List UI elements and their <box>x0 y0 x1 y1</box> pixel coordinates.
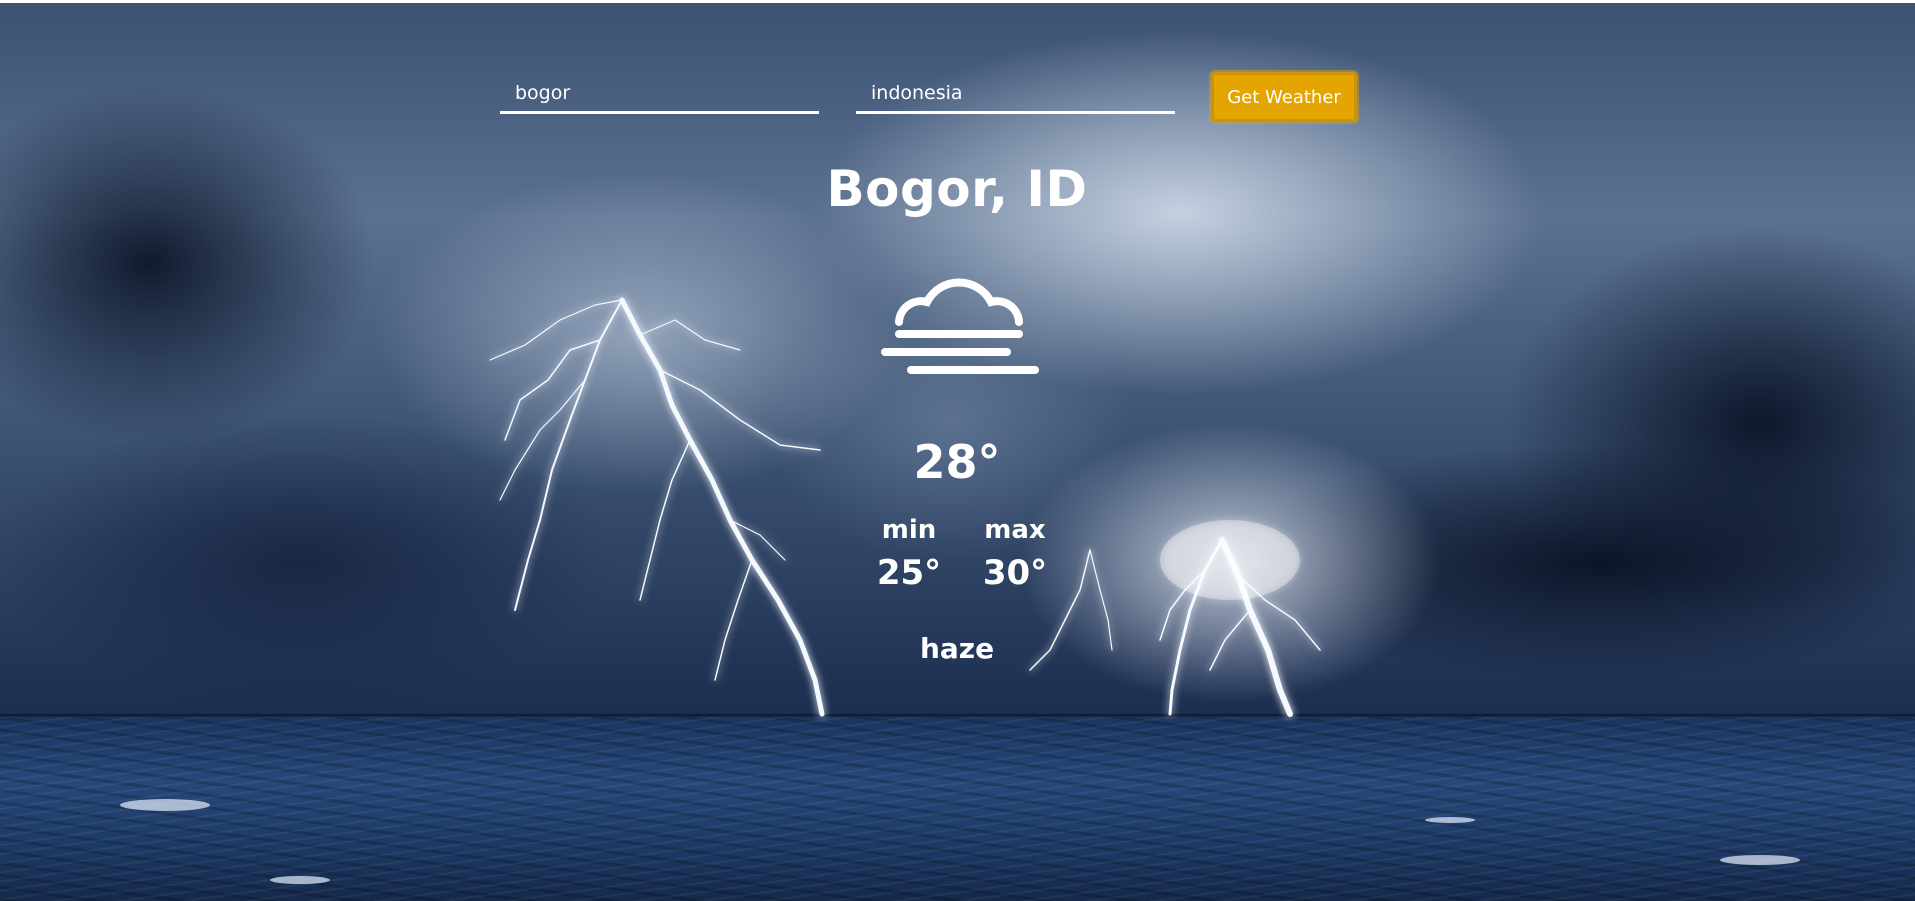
weather-app-page: Get Weather Bogor, ID 28° min 25° max 30… <box>0 0 1915 901</box>
location-title: Bogor, ID <box>826 160 1088 218</box>
current-temperature: 28° <box>913 435 1001 489</box>
max-label: max <box>984 515 1046 545</box>
max-temperature-group: max 30° <box>975 515 1055 593</box>
country-input[interactable] <box>856 74 1175 114</box>
max-temperature-value: 30° <box>982 553 1048 593</box>
min-temperature-group: min 25° <box>869 515 949 593</box>
min-label: min <box>881 515 937 545</box>
get-weather-button[interactable]: Get Weather <box>1211 72 1357 122</box>
haze-icon <box>881 278 1039 374</box>
sea-background <box>0 717 1915 901</box>
min-temperature-value: 25° <box>876 553 942 593</box>
top-strip <box>0 0 1915 3</box>
city-input[interactable] <box>500 74 819 114</box>
weather-search-form: Get Weather <box>500 64 1360 128</box>
min-max-temperatures: min 25° max 30° <box>869 515 1049 605</box>
weather-description: haze <box>919 632 995 665</box>
